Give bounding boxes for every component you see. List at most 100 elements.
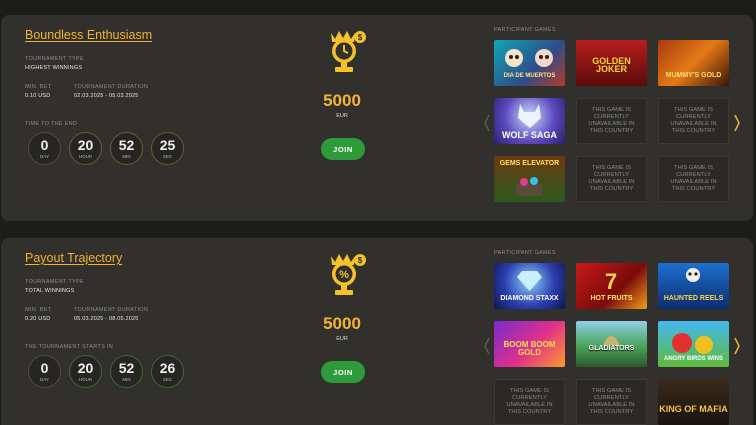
timer-seconds: 25 Sec [151, 132, 184, 165]
timer-days-unit: Day [40, 154, 49, 159]
game-tile[interactable]: GOLDEN JOKER [576, 40, 647, 86]
carousel-prev-button[interactable] [482, 112, 492, 134]
timer-minutes-value: 52 [118, 137, 135, 153]
timer-label: The tournament starts in [25, 344, 113, 350]
min-bet-label: Min. bet [25, 84, 52, 90]
timer-hours-unit: Hour [78, 154, 93, 159]
unavailable-game-tile: This game is currently unavailable in th… [576, 98, 647, 144]
unavailable-text: This game is currently unavailable in th… [506, 388, 553, 415]
timer-hours-value: 20 [77, 360, 94, 376]
timer-days-value: 0 [40, 360, 49, 376]
duration-value: 05.03.2025 - 08.05.2025 [74, 316, 139, 322]
timer-minutes-unit: Min [122, 154, 131, 159]
timer-seconds-value: 26 [159, 360, 176, 376]
timer-days: 0 Day [28, 355, 61, 388]
svg-text:%: % [339, 269, 349, 281]
unavailable-game-tile: This game is currently unavailable in th… [576, 379, 647, 425]
unavailable-game-tile: This game is currently unavailable in th… [576, 156, 647, 202]
tournament-type-value: Total winnings [25, 288, 75, 294]
tournament-type-label: Tournament type [25, 56, 84, 62]
game-name: ANGRY BIRDS WINS [663, 356, 723, 362]
join-button[interactable]: JOIN [321, 138, 365, 160]
tournament-title[interactable]: Payout Trajectory [25, 251, 122, 265]
game-name: HAUNTED REELS [663, 295, 724, 302]
tournament-type-value: Highest winnings [25, 65, 83, 71]
chevron-left-icon [484, 114, 490, 132]
prize-currency: EUR [336, 336, 348, 342]
timer-days: 0 Day [28, 132, 61, 165]
duration-value: 02.03.2025 - 05.03.2025 [74, 93, 139, 99]
game-tile[interactable]: MUMMY'S GOLD [658, 40, 729, 86]
game-tile[interactable]: BOOM BOOM GOLD [494, 321, 565, 367]
timer-minutes: 52 Min [110, 132, 143, 165]
game-tile[interactable]: KING OF MAFIA [658, 379, 729, 425]
timer-minutes-unit: Min [122, 377, 131, 382]
duration-label: Tournament duration [74, 307, 149, 313]
game-name: HOT FRUITS [590, 295, 633, 302]
tournament-title[interactable]: Boundless Enthusiasm [25, 28, 152, 42]
timer-days-unit: Day [40, 377, 49, 382]
min-bet-label: Min. bet [25, 307, 52, 313]
game-name: DIA DE MUERTOS [503, 73, 556, 79]
timer-days-value: 0 [40, 137, 49, 153]
timer-seconds: 26 Sec [151, 355, 184, 388]
countdown-timer: 0 Day 20 Hour 52 Min 25 Sec [28, 132, 184, 165]
timer-hours-unit: Hour [78, 377, 93, 382]
game-name: WOLF SAGA [502, 130, 557, 140]
unavailable-text: This game is currently unavailable in th… [670, 165, 717, 192]
timer-label: Time to the end [25, 121, 78, 127]
timer-minutes-value: 52 [118, 360, 135, 376]
timer-hours: 20 Hour [69, 355, 102, 388]
svg-text:$: $ [358, 33, 363, 42]
carousel-prev-button[interactable] [482, 335, 492, 357]
participant-games-label: Participant games [494, 27, 556, 33]
game-tile[interactable]: DIA DE MUERTOS [494, 40, 565, 86]
game-tile[interactable]: WOLF SAGA [494, 98, 565, 144]
chevron-left-icon [484, 337, 490, 355]
join-button[interactable]: JOIN [321, 361, 365, 383]
unavailable-game-tile: This game is currently unavailable in th… [658, 156, 729, 202]
timer-minutes: 52 Min [110, 355, 143, 388]
game-name: DIAMOND STAXX [500, 295, 559, 302]
unavailable-game-tile: This game is currently unavailable in th… [494, 379, 565, 425]
min-bet-value: 0.10 USD [25, 93, 51, 99]
unavailable-text: This game is currently unavailable in th… [588, 388, 635, 415]
game-name: KING OF MAFIA [659, 404, 728, 414]
svg-text:7: 7 [605, 269, 617, 294]
svg-text:$: $ [358, 256, 363, 265]
participant-games-label: Participant games [494, 250, 556, 256]
game-name: GEMS ELEVATOR [499, 160, 560, 167]
game-tile[interactable]: GEMS ELEVATOR [494, 156, 565, 202]
game-name: BOOM BOOM GOLD [503, 340, 556, 357]
countdown-timer: 0 Day 20 Hour 52 Min 26 Sec [28, 355, 184, 388]
timer-hours: 20 Hour [69, 132, 102, 165]
prize-amount: 5000 [323, 314, 361, 333]
timer-seconds-unit: Sec [162, 377, 173, 382]
trophy-percent-icon: % $ [331, 254, 366, 295]
game-tile[interactable]: DIAMOND STAXX [494, 263, 565, 309]
prize-amount: 5000 [323, 91, 361, 110]
unavailable-text: This game is currently unavailable in th… [670, 107, 717, 134]
game-name: GLADIATORS [588, 345, 635, 352]
unavailable-game-tile: This game is currently unavailable in th… [658, 98, 729, 144]
game-tile[interactable]: ANGRY BIRDS WINS [658, 321, 729, 367]
tournament-card: Boundless Enthusiasm Tournament type Hig… [1, 15, 753, 221]
chevron-right-icon [734, 337, 740, 355]
duration-label: Tournament duration [74, 84, 149, 90]
prize-currency: EUR [336, 113, 348, 119]
game-name: MUMMY'S GOLD [665, 72, 722, 79]
carousel-next-button[interactable] [732, 112, 742, 134]
game-tile[interactable]: HAUNTED REELS [658, 263, 729, 309]
timer-hours-value: 20 [77, 137, 94, 153]
chevron-right-icon [734, 114, 740, 132]
game-tile[interactable]: 7 HOT FRUITS [576, 263, 647, 309]
carousel-next-button[interactable] [732, 335, 742, 357]
trophy-clock-icon: $ [331, 31, 366, 72]
game-tile[interactable]: GLADIATORS [576, 321, 647, 367]
game-name: GOLDEN JOKER [592, 56, 631, 74]
min-bet-value: 0.20 USD [25, 316, 51, 322]
helmet-icon [603, 336, 620, 345]
tournament-type-label: Tournament type [25, 279, 84, 285]
timer-seconds-value: 25 [159, 137, 176, 153]
timer-seconds-unit: Sec [162, 154, 173, 159]
